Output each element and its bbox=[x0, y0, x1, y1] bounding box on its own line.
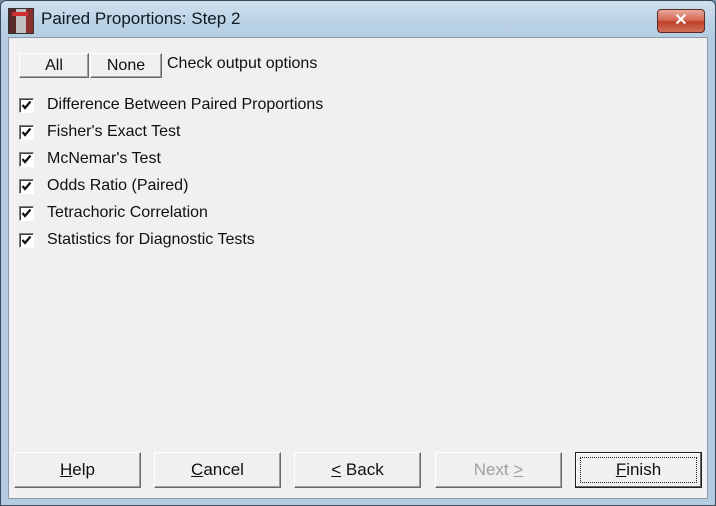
dialog-body: All None Check output options Difference… bbox=[8, 37, 708, 499]
close-icon: ✕ bbox=[674, 12, 688, 29]
next-button[interactable]: Next > bbox=[435, 452, 562, 488]
window-title: Paired Proportions: Step 2 bbox=[41, 9, 241, 28]
option-label: Tetrachoric Correlation bbox=[47, 204, 208, 221]
back-label: Back bbox=[341, 460, 384, 479]
option-checkbox[interactable] bbox=[19, 232, 34, 248]
option-label: Difference Between Paired Proportions bbox=[47, 96, 324, 113]
option-checkbox[interactable] bbox=[19, 97, 34, 113]
option-row[interactable]: McNemar's Test bbox=[19, 148, 161, 170]
options-hint: Check output options bbox=[167, 55, 318, 72]
app-icon bbox=[8, 8, 34, 34]
option-checkbox[interactable] bbox=[19, 178, 34, 194]
help-button[interactable]: Help bbox=[14, 452, 141, 488]
help-mnemonic: H bbox=[60, 460, 73, 479]
checkmark-icon bbox=[21, 208, 32, 218]
next-mnemonic: > bbox=[513, 460, 524, 479]
option-row[interactable]: Statistics for Diagnostic Tests bbox=[19, 229, 255, 251]
dialog-window: Paired Proportions: Step 2 ✕ All None Ch… bbox=[0, 0, 716, 506]
option-row[interactable]: Tetrachoric Correlation bbox=[19, 202, 208, 224]
finish-button[interactable]: Finish bbox=[575, 452, 702, 488]
option-label: Fisher's Exact Test bbox=[47, 123, 181, 140]
back-mnemonic: < bbox=[331, 460, 342, 479]
option-checkbox[interactable] bbox=[19, 124, 34, 140]
cancel-mnemonic: C bbox=[191, 460, 204, 479]
focus-rect bbox=[580, 457, 697, 483]
cancel-label: ancel bbox=[203, 460, 244, 479]
checkmark-icon bbox=[21, 127, 32, 137]
checkmark-icon bbox=[21, 154, 32, 164]
option-label: Statistics for Diagnostic Tests bbox=[47, 231, 255, 248]
option-label: Odds Ratio (Paired) bbox=[47, 177, 189, 194]
select-all-button[interactable]: All bbox=[19, 53, 89, 78]
cancel-button[interactable]: Cancel bbox=[154, 452, 281, 488]
checkmark-icon bbox=[21, 100, 32, 110]
option-row[interactable]: Difference Between Paired Proportions bbox=[19, 94, 323, 116]
select-none-button[interactable]: None bbox=[90, 53, 162, 78]
option-row[interactable]: Fisher's Exact Test bbox=[19, 121, 180, 143]
title-bar[interactable]: Paired Proportions: Step 2 ✕ bbox=[1, 1, 715, 35]
option-row[interactable]: Odds Ratio (Paired) bbox=[19, 175, 188, 197]
back-button[interactable]: < Back bbox=[294, 452, 421, 488]
next-label: Next bbox=[473, 460, 514, 479]
checkmark-icon bbox=[21, 181, 32, 191]
close-button[interactable]: ✕ bbox=[657, 9, 705, 33]
option-label: McNemar's Test bbox=[47, 150, 161, 167]
help-label: elp bbox=[72, 460, 95, 479]
checkmark-icon bbox=[21, 235, 32, 245]
option-checkbox[interactable] bbox=[19, 151, 34, 167]
option-checkbox[interactable] bbox=[19, 205, 34, 221]
